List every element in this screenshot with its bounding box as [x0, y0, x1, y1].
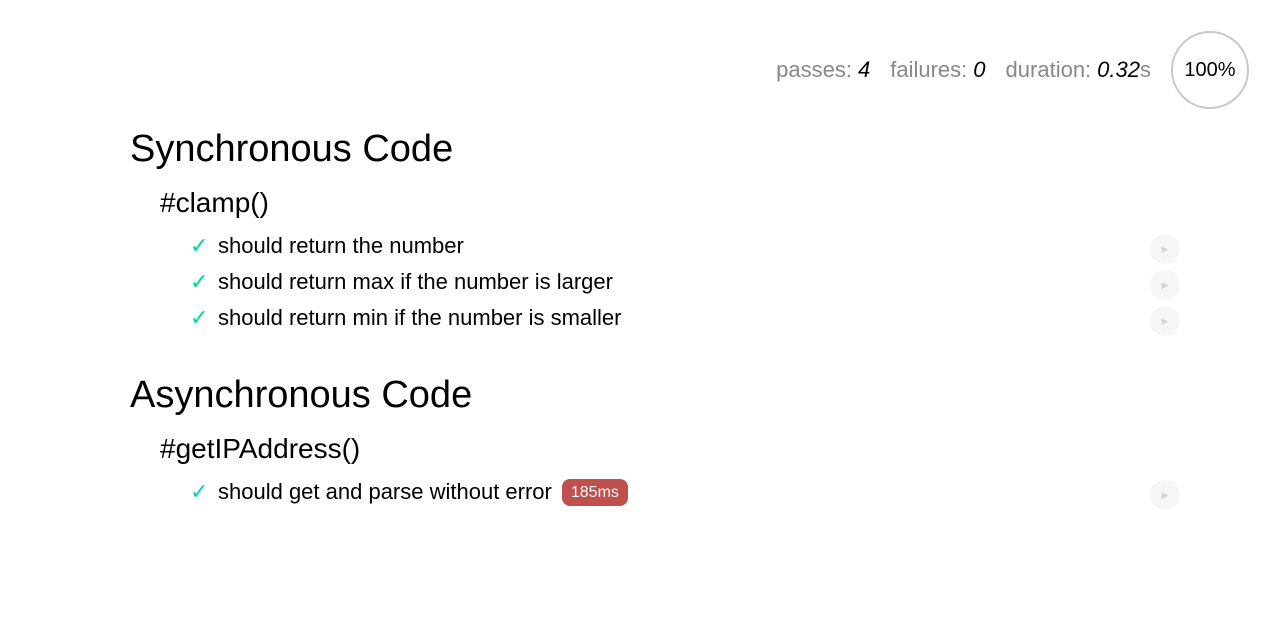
replay-icon[interactable]: ▶	[1150, 306, 1180, 336]
duration-stat: duration: 0.32 s	[1006, 57, 1151, 83]
failures-count: 0	[973, 57, 986, 82]
test-title: should return the number	[218, 233, 464, 258]
passes-stat[interactable]: passes: 4	[776, 57, 870, 83]
replay-icon[interactable]: ▶	[1150, 270, 1180, 300]
check-icon: ✓	[190, 269, 209, 294]
duration-value: 0.32	[1097, 57, 1140, 82]
failures-label: failures:	[890, 57, 968, 82]
test-row[interactable]: ✓ should return the number	[190, 232, 464, 260]
test-row[interactable]: ✓ should return min if the number is sma…	[190, 304, 622, 332]
test-row[interactable]: ✓ should return max if the number is lar…	[190, 268, 613, 296]
duration-unit: s	[1140, 57, 1151, 82]
passes-count: 4	[858, 57, 871, 82]
progress-percent: 100%	[1184, 58, 1236, 81]
describe-title-getipaddress[interactable]: #getIPAddress()	[160, 433, 360, 465]
replay-icon[interactable]: ▶	[1150, 234, 1180, 264]
test-row[interactable]: ✓ should get and parse without error 185…	[190, 478, 628, 506]
describe-title-clamp[interactable]: #clamp()	[160, 187, 269, 219]
failures-stat[interactable]: failures: 0	[890, 57, 985, 83]
stats-bar: passes: 4 failures: 0 duration: 0.32 s 10…	[776, 31, 1249, 109]
check-icon: ✓	[190, 305, 209, 330]
test-title: should get and parse without error	[218, 479, 552, 504]
duration-label: duration:	[1005, 57, 1092, 82]
replay-icon[interactable]: ▶	[1150, 480, 1180, 510]
suite-title-asynchronous[interactable]: Asynchronous Code	[130, 374, 472, 417]
progress-ring: 100%	[1171, 31, 1249, 109]
test-title: should return min if the number is small…	[218, 305, 622, 330]
passes-label: passes:	[776, 57, 852, 82]
check-icon: ✓	[190, 479, 209, 504]
slow-duration-badge: 185ms	[561, 478, 628, 506]
test-title: should return max if the number is large…	[218, 269, 613, 294]
mocha-report: passes: 4 failures: 0 duration: 0.32 s 10…	[0, 0, 1280, 640]
suite-title-synchronous[interactable]: Synchronous Code	[130, 128, 453, 171]
check-icon: ✓	[190, 233, 209, 258]
